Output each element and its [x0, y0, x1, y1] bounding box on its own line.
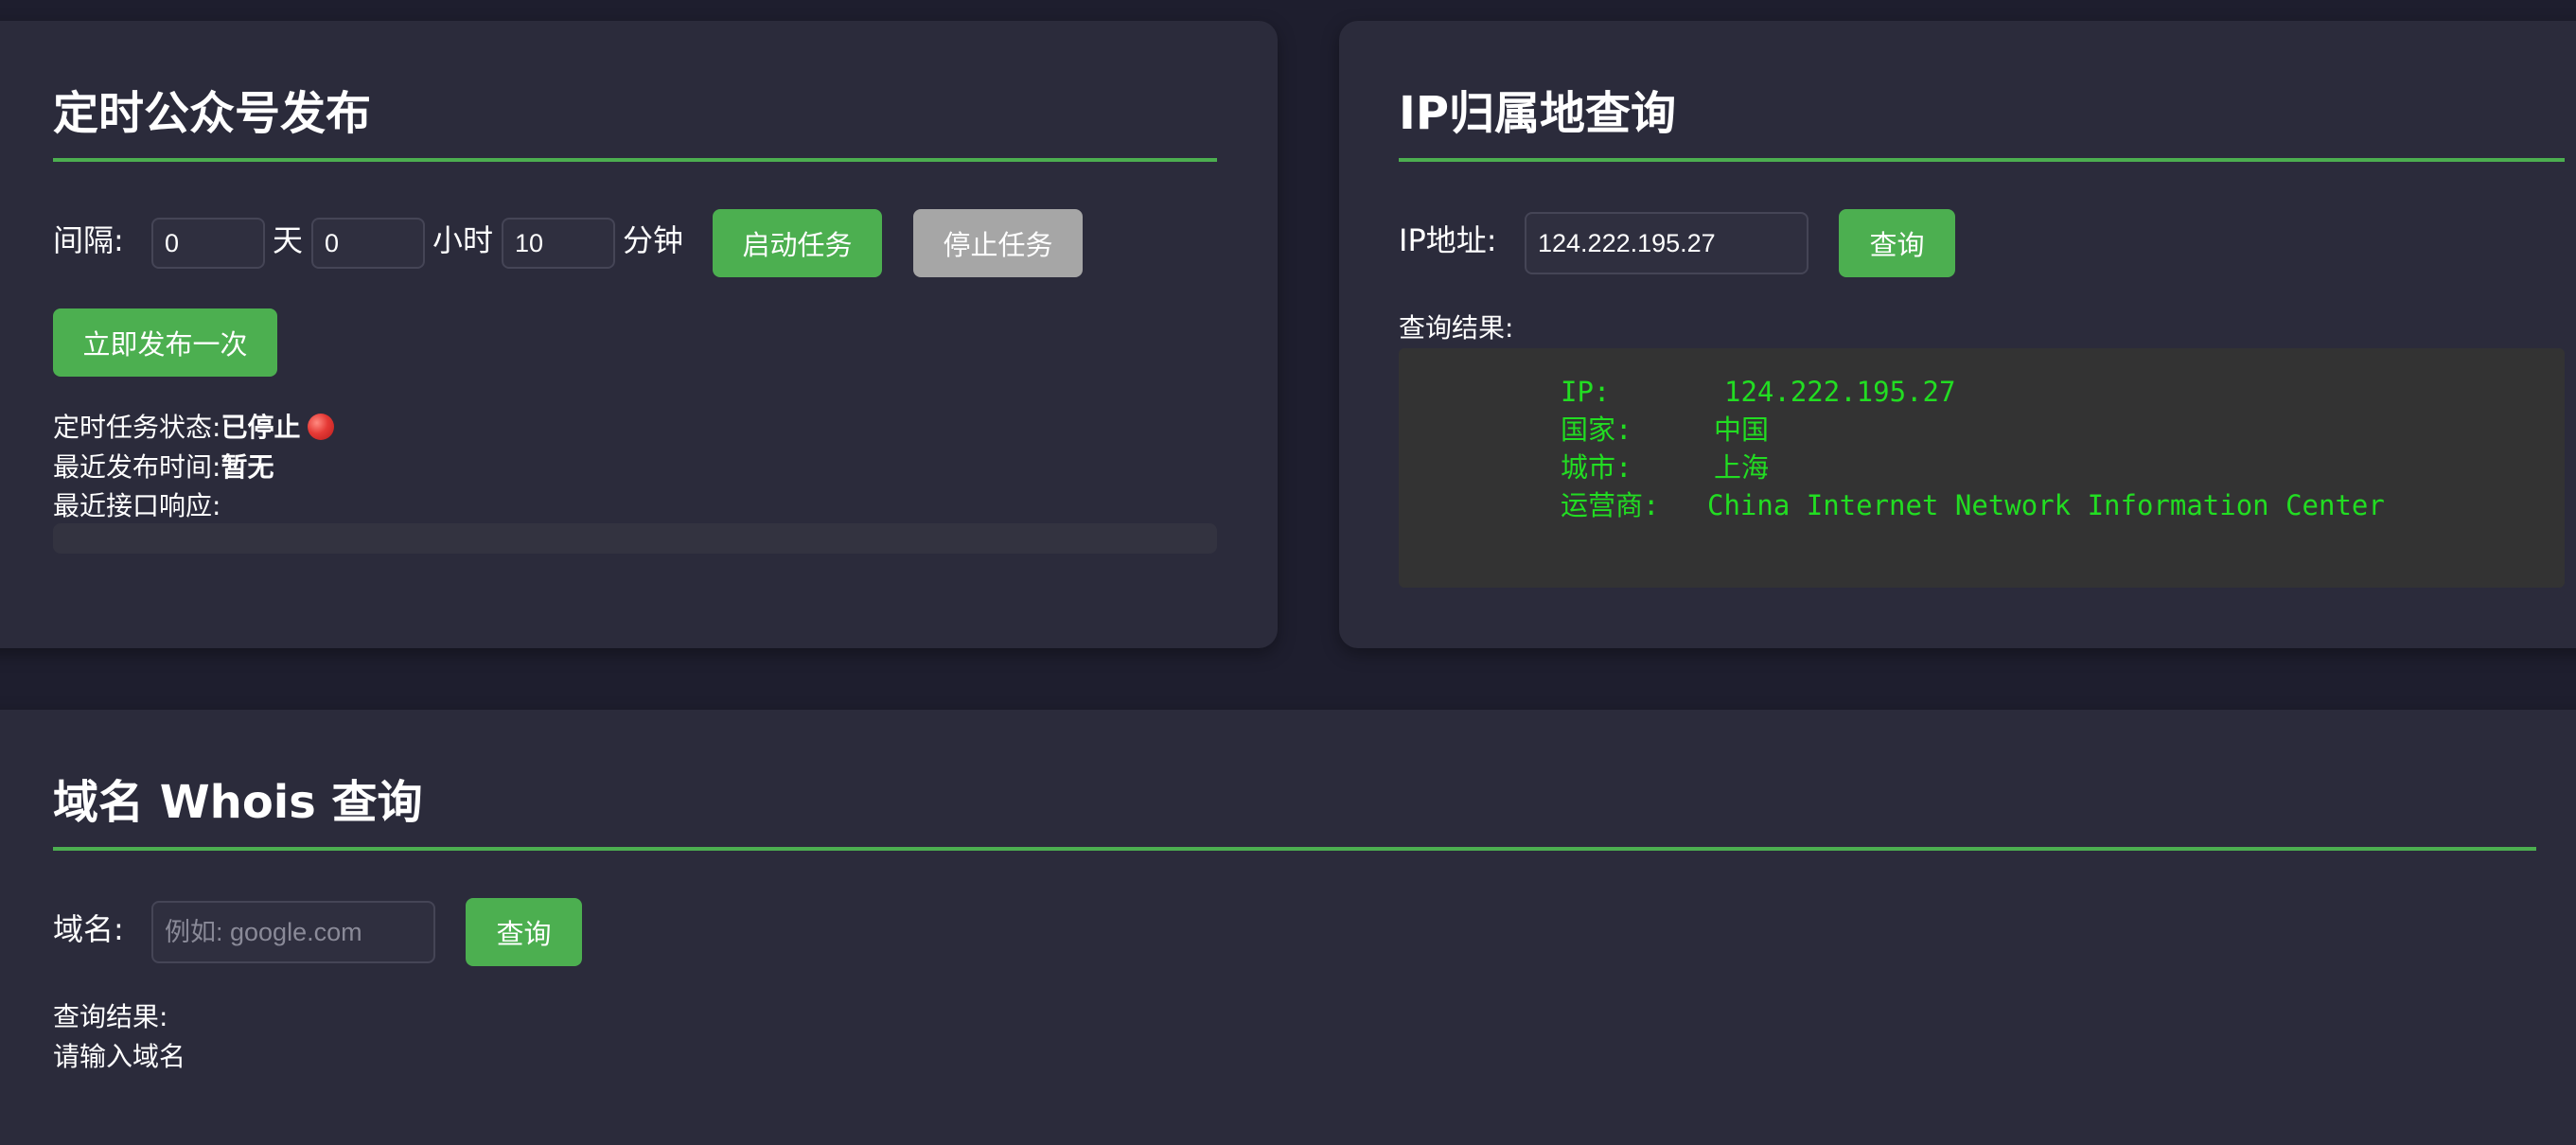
publish-now-button[interactable]: 立即发布一次	[53, 308, 277, 377]
schedule-title: 定时公众号发布	[53, 87, 372, 140]
domain-label: 域名:	[53, 911, 124, 947]
whois-result-label: 查询结果:	[53, 1001, 168, 1032]
ip-address-label: IP地址:	[1399, 222, 1497, 258]
status-row: 定时任务状态:已停止	[53, 408, 335, 448]
last-response-box	[53, 523, 1217, 554]
whois-card: 域名 Whois 查询 域名: 查询 查询结果: 请输入域名	[0, 710, 2576, 1145]
ip-title: IP归属地查询	[1399, 87, 1677, 140]
domain-input[interactable]	[151, 901, 435, 963]
hours-unit: 小时	[432, 222, 494, 258]
result-city-value: 上海	[1714, 451, 1770, 484]
result-isp-value: China Internet Network Information Cente…	[1707, 489, 2385, 521]
ip-address-input[interactable]	[1525, 212, 1808, 274]
ip-query-button[interactable]: 查询	[1839, 209, 1955, 277]
red-circle-icon	[308, 414, 335, 440]
ip-result-box: IP: 124.222.195.27 国家: 中国 城市: 上海 运营商: Ch…	[1399, 348, 2565, 588]
minutes-unit: 分钟	[623, 222, 684, 258]
days-unit: 天	[273, 222, 304, 258]
result-city-label: 城市:	[1561, 451, 1632, 484]
whois-result-text: 请输入域名	[53, 1041, 186, 1072]
last-publish-label: 最近发布时间:	[53, 451, 221, 483]
result-ip-label: IP:	[1561, 376, 1611, 408]
whois-title: 域名 Whois 查询	[53, 776, 423, 829]
last-response-label: 最近接口响应:	[53, 490, 221, 521]
whois-title-divider	[53, 847, 2536, 851]
last-publish-value: 暂无	[221, 451, 274, 483]
start-task-button[interactable]: 启动任务	[713, 209, 882, 277]
result-ip-value: 124.222.195.27	[1724, 376, 1956, 408]
result-country-label: 国家:	[1561, 414, 1632, 446]
interval-label: 间隔:	[53, 222, 124, 258]
ip-title-divider	[1399, 158, 2565, 162]
last-response-row: 最近接口响应:	[53, 486, 221, 526]
result-country-value: 中国	[1714, 414, 1770, 446]
minutes-input[interactable]	[502, 218, 615, 269]
stop-task-button[interactable]: 停止任务	[913, 209, 1083, 277]
days-input[interactable]	[151, 218, 265, 269]
whois-query-button[interactable]: 查询	[466, 898, 582, 966]
schedule-card: 定时公众号发布 间隔: 天 小时 分钟 启动任务 停止任务 立即发布一次 定时任…	[0, 21, 1278, 648]
last-publish-row: 最近发布时间:暂无	[53, 448, 273, 487]
status-label: 定时任务状态:	[53, 412, 221, 443]
ip-lookup-card: IP归属地查询 IP地址: 查询 查询结果: IP: 124.222.195.2…	[1339, 21, 2576, 648]
schedule-title-divider	[53, 158, 1217, 162]
result-isp-label: 运营商:	[1561, 489, 1660, 521]
status-value: 已停止	[221, 412, 301, 443]
ip-result-label: 查询结果:	[1399, 312, 1514, 344]
hours-input[interactable]	[311, 218, 425, 269]
